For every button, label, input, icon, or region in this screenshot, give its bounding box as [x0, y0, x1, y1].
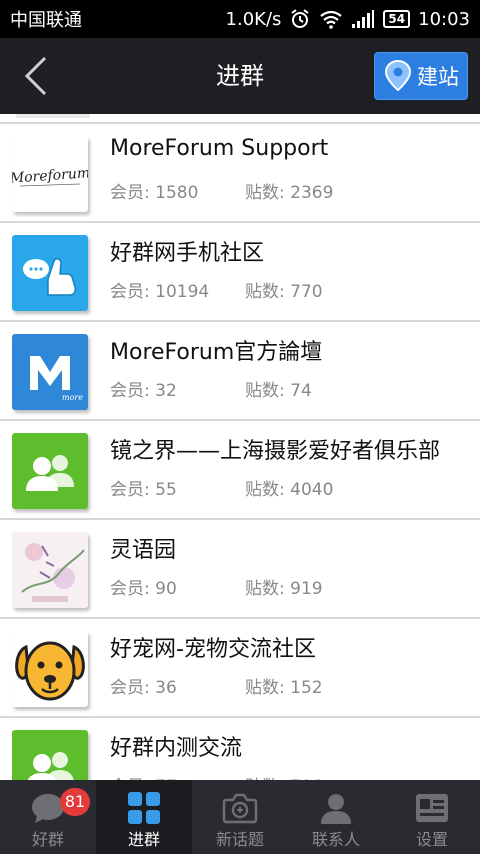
- posts-label: 贴数:: [245, 480, 285, 500]
- members-count: 1580: [155, 183, 199, 203]
- group-name: 好群网手机社区: [110, 241, 265, 266]
- tab-settings[interactable]: 设置: [384, 780, 480, 854]
- list-item[interactable]: 镜之界——上海摄影爱好者俱乐部 会员: 55 贴数: 4040: [0, 421, 480, 520]
- settings-card-icon: [415, 790, 449, 826]
- carrier-name: 中国联通: [10, 10, 82, 31]
- title-bar: 进群 建站: [0, 38, 480, 114]
- posts-label: 贴数:: [245, 183, 285, 203]
- members-label: 会员:: [110, 183, 150, 203]
- build-site-label: 建站: [417, 65, 459, 89]
- tab-haoqun[interactable]: 81 好群: [0, 780, 96, 854]
- members-count: 36: [155, 678, 177, 698]
- tab-new-topic[interactable]: 新话题: [192, 780, 288, 854]
- members-label: 会员:: [110, 678, 150, 698]
- posts-stat: 贴数: 919: [245, 574, 323, 599]
- person-icon: [319, 790, 353, 826]
- clock: 10:03: [418, 8, 470, 30]
- thumbnail-partial: [16, 114, 90, 118]
- group-stats: 会员: 90 贴数: 919: [110, 574, 323, 599]
- battery-icon: 54: [383, 10, 411, 28]
- group-name: 好宠网-宠物交流社区: [110, 637, 316, 662]
- posts-stat: 贴数: 74: [245, 376, 312, 401]
- dog-face-icon: [12, 631, 88, 707]
- svg-text:more: more: [62, 393, 83, 402]
- build-site-button[interactable]: 建站: [374, 52, 468, 100]
- unread-badge: 81: [60, 788, 90, 816]
- group-stats: 会员: 77 贴数: 706: [110, 772, 323, 780]
- list-item[interactable]: 好宠网-宠物交流社区 会员: 36 贴数: 152: [0, 619, 480, 718]
- group-name: MoreForum Support: [110, 136, 329, 161]
- posts-count: 74: [290, 381, 312, 401]
- chevron-left-icon: [24, 56, 47, 96]
- list-item[interactable]: Moreforum MoreForum Support 会员: 1580 贴数:…: [0, 124, 480, 223]
- back-button[interactable]: [14, 54, 58, 98]
- status-bar: 中国联通 1.0K/s 54 10:03: [0, 0, 480, 38]
- camera-icon: [222, 790, 258, 826]
- status-indicators: 1.0K/s 54 10:03: [226, 8, 470, 30]
- members-label: 会员:: [110, 480, 150, 500]
- members-label: 会员:: [110, 282, 150, 302]
- members-count: 90: [155, 579, 177, 599]
- list-item[interactable]: 好群内测交流 会员: 77 贴数: 706: [0, 718, 480, 780]
- moreforum-logo: Moreforum: [12, 136, 88, 212]
- posts-count: 2369: [290, 183, 334, 203]
- members-count: 10194: [155, 282, 210, 302]
- tab-label: 新话题: [215, 830, 264, 849]
- tab-label: 进群: [127, 830, 160, 849]
- list-item[interactable]: 灵语园 会员: 90 贴数: 919: [0, 520, 480, 619]
- posts-stat: 贴数: 770: [245, 277, 323, 302]
- members-count: 55: [155, 480, 177, 500]
- tab-label: 设置: [415, 830, 448, 849]
- group-stats: 会员: 55 贴数: 4040: [110, 475, 333, 500]
- flower-painting-image: [12, 532, 88, 608]
- posts-count: 919: [290, 579, 323, 599]
- posts-count: 770: [290, 282, 323, 302]
- group-name: 镜之界——上海摄影爱好者俱乐部: [110, 439, 441, 464]
- tab-label: 好群: [31, 830, 64, 849]
- group-users-icon: [12, 433, 88, 509]
- posts-stat: 贴数: 4040: [245, 475, 333, 500]
- group-stats: 会员: 36 贴数: 152: [110, 673, 323, 698]
- m-logo-icon: more: [12, 334, 88, 410]
- group-name: MoreForum官方論壇: [110, 340, 323, 365]
- group-users-icon: [12, 730, 88, 780]
- posts-count: 4040: [290, 480, 334, 500]
- group-stats: 会员: 1580 贴数: 2369: [110, 178, 333, 203]
- posts-stat: 贴数: 706: [245, 772, 323, 780]
- posts-count: 152: [290, 678, 323, 698]
- list-item[interactable]: more MoreForum官方論壇 会员: 32 贴数: 74: [0, 322, 480, 421]
- tab-jinqun[interactable]: 进群: [96, 780, 192, 854]
- alarm-icon: [289, 8, 311, 30]
- list-item[interactable]: 好群网手机社区 会员: 10194 贴数: 770: [0, 223, 480, 322]
- grid-icon: [127, 790, 161, 826]
- posts-stat: 贴数: 152: [245, 673, 323, 698]
- tab-contacts[interactable]: 联系人: [288, 780, 384, 854]
- wifi-icon: [319, 9, 343, 29]
- network-speed: 1.0K/s: [225, 8, 282, 30]
- members-label: 会员:: [110, 579, 150, 599]
- members-count: 32: [155, 381, 177, 401]
- bottom-nav: 81 好群 进群 新话题 联系人 设置: [0, 780, 480, 854]
- posts-label: 贴数:: [245, 678, 285, 698]
- tab-label: 联系人: [311, 830, 360, 849]
- posts-label: 贴数:: [245, 282, 285, 302]
- posts-label: 贴数:: [245, 579, 285, 599]
- group-name: 灵语园: [110, 538, 177, 563]
- list-item-partial: [0, 114, 480, 124]
- thumbs-up-chat-icon: [12, 235, 88, 311]
- group-list[interactable]: Moreforum MoreForum Support 会员: 1580 贴数:…: [0, 114, 480, 780]
- group-stats: 会员: 32 贴数: 74: [110, 376, 312, 401]
- posts-stat: 贴数: 2369: [245, 178, 333, 203]
- group-stats: 会员: 10194 贴数: 770: [110, 277, 323, 302]
- group-name: 好群内测交流: [110, 736, 243, 761]
- members-label: 会员:: [110, 381, 150, 401]
- posts-label: 贴数:: [245, 381, 285, 401]
- signal-icon: [351, 9, 375, 29]
- location-pin-icon: [384, 59, 412, 92]
